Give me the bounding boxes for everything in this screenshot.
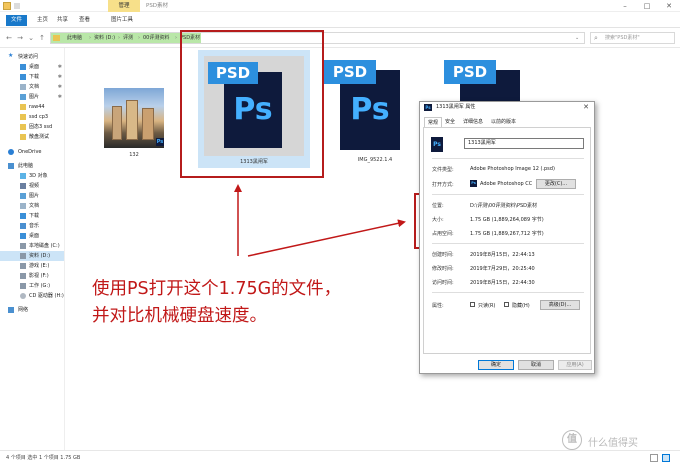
accessed-label: 访问时间: bbox=[432, 280, 454, 286]
modified-value: 2019年7月29日，20:25:40 bbox=[470, 266, 535, 272]
location-value: D:\评测\00评测资料\PSD素材 bbox=[470, 203, 537, 209]
file-name-input[interactable]: 1313黑闸军 bbox=[464, 138, 584, 149]
size-value: 1.75 GB (1,889,264,089 字节) bbox=[470, 217, 544, 223]
hidden-label: 隐藏(H) bbox=[512, 303, 530, 309]
tab-general[interactable]: 常规 bbox=[424, 117, 443, 127]
general-panel: Ps 1313黑闸军 文件类型: Adobe Photoshop Image 1… bbox=[423, 127, 591, 354]
advanced-button[interactable]: 高级(D)... bbox=[540, 300, 580, 310]
cancel-button[interactable]: 取消 bbox=[518, 360, 554, 370]
dialog-title-bar: Ps 1313黑闸军 属性 ✕ bbox=[420, 102, 594, 113]
dialog-title: 1313黑闸军 属性 bbox=[436, 104, 476, 110]
size-on-disk-value: 1.75 GB (1,889,267,712 字节) bbox=[470, 231, 544, 237]
file-type-label: 文件类型: bbox=[432, 167, 454, 173]
created-value: 2019年8月15日，22:44:13 bbox=[470, 252, 535, 258]
annotation-text: 使用PS打开这个1.75G的文件， 并对比机械硬盘速度。 bbox=[92, 276, 412, 330]
location-label: 位置: bbox=[432, 203, 444, 209]
readonly-label: 只读(R) bbox=[478, 303, 496, 309]
photoshop-app-icon: Ps bbox=[470, 180, 477, 187]
annotation-line-1: 使用PS打开这个1.75G的文件， bbox=[92, 279, 342, 299]
size-on-disk-label: 占用空间: bbox=[432, 231, 454, 237]
tab-security[interactable]: 安全 bbox=[442, 117, 458, 127]
open-with-value: Adobe Photoshop CC bbox=[480, 181, 533, 187]
details-view-icon[interactable] bbox=[650, 454, 658, 462]
ps-file-icon: Ps bbox=[424, 104, 432, 111]
readonly-checkbox[interactable] bbox=[470, 302, 475, 307]
divider bbox=[432, 243, 584, 244]
open-with-label: 打开方式: bbox=[432, 182, 454, 188]
accessed-value: 2019年8月15日，22:44:30 bbox=[470, 280, 535, 286]
hidden-checkbox[interactable] bbox=[504, 302, 509, 307]
change-button[interactable]: 更改(C)... bbox=[536, 179, 576, 189]
ok-button[interactable]: 确定 bbox=[478, 360, 514, 370]
ps-file-icon: Ps bbox=[431, 137, 443, 152]
divider bbox=[432, 194, 584, 195]
modified-label: 修改时间: bbox=[432, 266, 454, 272]
status-text: 4 个项目 选中 1 个项目 1.75 GB bbox=[6, 455, 81, 461]
attributes-label: 属性: bbox=[432, 303, 444, 309]
apply-button[interactable]: 应用(A) bbox=[558, 360, 592, 370]
tab-previous-versions[interactable]: 以前的版本 bbox=[488, 117, 519, 127]
watermark-text: 什么值得买 bbox=[588, 438, 638, 449]
divider bbox=[432, 292, 584, 293]
created-label: 创建时间: bbox=[432, 252, 454, 258]
properties-dialog: Ps 1313黑闸军 属性 ✕ 常规 安全 详细信息 以前的版本 Ps 1313… bbox=[419, 101, 595, 374]
tab-details[interactable]: 详细信息 bbox=[460, 117, 486, 127]
watermark-logo: 值 bbox=[562, 430, 582, 450]
divider bbox=[432, 158, 584, 159]
close-icon[interactable]: ✕ bbox=[580, 102, 592, 113]
status-bar: 4 个项目 选中 1 个项目 1.75 GB bbox=[0, 450, 680, 465]
file-type-value: Adobe Photoshop Image 12 (.psd) bbox=[470, 166, 555, 172]
arrow-right-icon bbox=[247, 219, 406, 257]
size-label: 大小: bbox=[432, 217, 444, 223]
annotation-line-2: 并对比机械硬盘速度。 bbox=[92, 306, 267, 326]
large-icons-view-icon[interactable] bbox=[662, 454, 670, 462]
